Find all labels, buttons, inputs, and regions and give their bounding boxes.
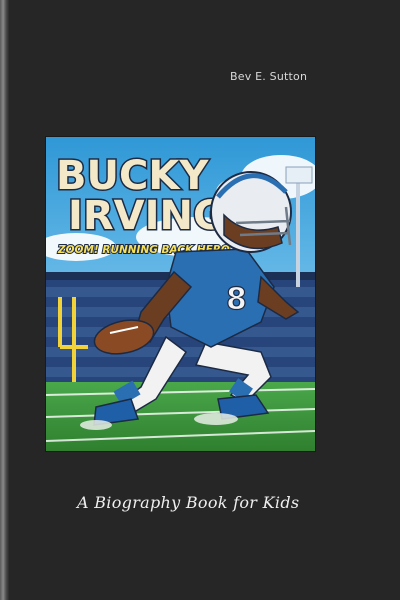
svg-text:8: 8 <box>226 282 247 317</box>
cover-illustration: BUCKY IRVING ZOOM! RUNNING BACK HERO 8 <box>45 136 316 452</box>
book-spine <box>0 0 9 600</box>
svg-text:IRVING: IRVING <box>68 193 226 239</box>
book-cover: Bev E. Sutton BUCKY IRVING ZOOM! RUNNING… <box>0 0 400 600</box>
book-subtitle: A Biography Book for Kids <box>77 493 300 512</box>
author-name: Bev E. Sutton <box>230 70 308 83</box>
